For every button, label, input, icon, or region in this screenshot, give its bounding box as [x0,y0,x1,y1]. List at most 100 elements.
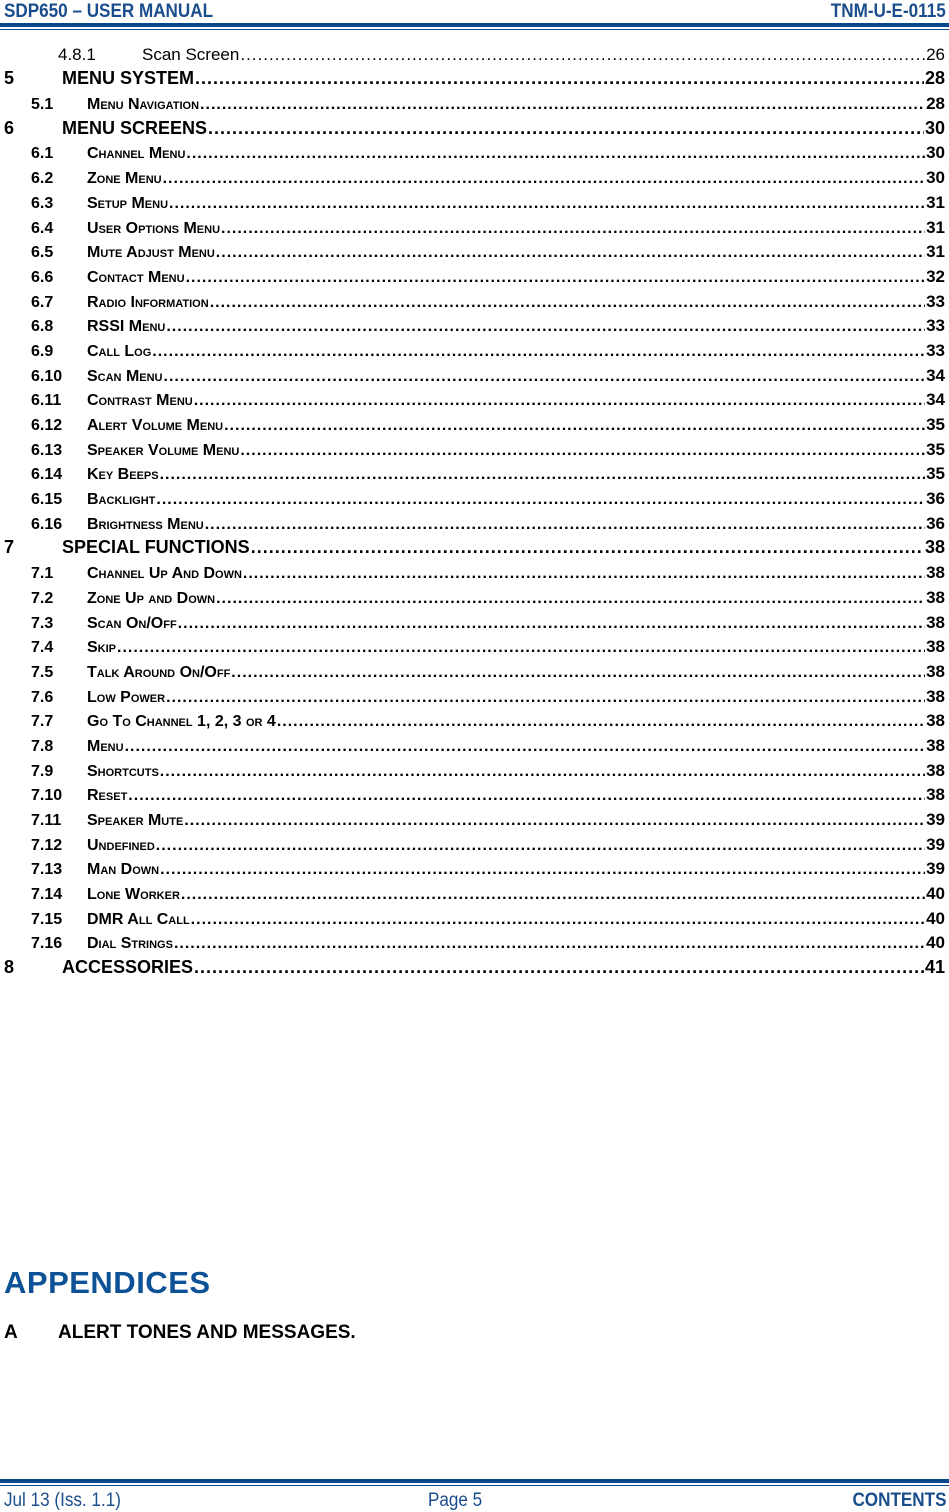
toc-entry[interactable]: 6.7 Radio Information 33 [0,287,949,312]
toc-entry[interactable]: 7.1 Channel Up And Down 38 [0,558,949,583]
toc-entry-page: 38 [926,711,945,731]
toc-dot-leader [194,957,924,978]
toc-entry[interactable]: 8 ACCESSORIES 41 [0,953,949,978]
table-of-contents: 4.8.1 Scan Screen 26 5 MENU SYSTEM 28 5.1 Menu … [0,40,949,978]
toc-entry-number: 6.7 [31,293,54,311]
toc-dot-leader [160,861,925,879]
toc-entry-title: Scan Screen [142,44,240,64]
toc-entry[interactable]: 6.6 Contact Menu 32 [0,262,949,287]
toc-entry-page: 40 [926,908,945,928]
toc-dot-leader [210,294,925,312]
toc-entry-number: 6.16 [31,515,63,533]
toc-entry-title: MENU SYSTEM [62,68,195,89]
toc-entry-title: Channel Up And Down [87,565,242,583]
toc-entry-page: 38 [926,612,945,632]
toc-entry-number: 6.9 [31,342,54,360]
toc-entry-page: 38 [926,686,945,706]
toc-entry-title: Menu [87,737,124,755]
toc-entry-number: 7.10 [31,787,63,805]
toc-entry[interactable]: 7.13 Man Down 39 [0,855,949,880]
toc-entry[interactable]: 7.15 DMR All Call 40 [0,904,949,929]
toc-entry-title: User Options Menu [87,219,221,237]
toc-dot-leader [160,763,925,781]
toc-entry-page: 34 [926,365,945,385]
toc-dot-leader [224,417,925,435]
appendix-item[interactable]: A ALERT TONES AND MESSAGES. [4,1322,356,1344]
toc-entry-title: DMR All Call [87,910,190,928]
toc-entry-page: 38 [926,587,945,607]
toc-entry-page: 31 [926,242,945,262]
toc-entry-title: Backlight [87,491,156,509]
toc-entry[interactable]: 5.1 Menu Navigation 28 [0,89,949,114]
toc-entry-title: Zone Up and Down [87,589,216,607]
toc-entry[interactable]: 7.7 Go To Channel 1, 2, 3 or 4 38 [0,707,949,732]
toc-entry[interactable]: 7.6 Low Power 38 [0,682,949,707]
toc-entry[interactable]: 7.2 Zone Up and Down 38 [0,583,949,608]
toc-dot-leader [205,516,925,534]
section-name: CONTENTS [851,1490,946,1511]
toc-entry[interactable]: 4.8.1 Scan Screen 26 [0,40,949,65]
toc-dot-leader [216,244,925,262]
toc-dot-leader [240,45,925,65]
toc-entry[interactable]: 7.5 Talk Around On/Off 38 [0,657,949,682]
toc-entry-number: 6.13 [31,441,63,459]
toc-entry[interactable]: 7.11 Speaker Mute 39 [0,805,949,830]
toc-entry[interactable]: 6.2 Zone Menu 30 [0,163,949,188]
toc-entry-title: Brightness Menu [87,515,204,533]
toc-entry[interactable]: 6.9 Call Log 33 [0,336,949,361]
toc-entry[interactable]: 5 MENU SYSTEM 28 [0,65,949,90]
toc-entry[interactable]: 6.13 Speaker Volume Menu 35 [0,435,949,460]
toc-entry[interactable]: 6.8 RSSI Menu 33 [0,312,949,337]
toc-dot-leader [186,269,926,287]
toc-entry-title: Speaker Volume Menu [87,441,240,459]
toc-entry-number: 6 [4,117,15,138]
toc-entry-page: 33 [926,291,945,311]
appendix-title: ALERT TONES AND MESSAGES. [58,1322,356,1343]
toc-entry-number: 5.1 [31,96,54,114]
toc-entry[interactable]: 7.3 Scan On/Off 38 [0,608,949,633]
toc-entry[interactable]: 7.4 Skip 38 [0,633,949,658]
toc-dot-leader [117,639,925,657]
toc-entry-title: Dial Strings [87,935,173,953]
toc-dot-leader [194,392,925,410]
toc-entry[interactable]: 7.16 Dial Strings 40 [0,929,949,954]
toc-entry-number: 7.3 [31,614,54,632]
toc-entry-number: 6.4 [31,219,54,237]
toc-entry[interactable]: 6.10 Scan Menu 34 [0,361,949,386]
toc-entry[interactable]: 6 MENU SCREENS 30 [0,114,949,139]
toc-entry-page: 39 [926,859,945,879]
toc-entry-number: 5 [4,68,15,89]
toc-entry[interactable]: 7 SPECIAL FUNCTIONS 38 [0,534,949,559]
toc-entry-title: SPECIAL FUNCTIONS [62,537,250,558]
toc-entry[interactable]: 6.11 Contrast Menu 34 [0,386,949,411]
footer-rule-thin [0,1485,949,1486]
toc-entry[interactable]: 6.15 Backlight 36 [0,484,949,509]
toc-dot-leader [156,491,925,509]
toc-entry[interactable]: 6.3 Setup Menu 31 [0,188,949,213]
toc-entry-title: Man Down [87,861,160,879]
appendix-number: A [4,1322,18,1343]
header-rule-thick [0,23,949,27]
toc-entry-page: 38 [926,785,945,805]
toc-entry-number: 7 [4,537,15,558]
toc-entry[interactable]: 7.8 Menu 38 [0,731,949,756]
toc-entry-number: 7.12 [31,836,63,854]
toc-entry-number: 7.14 [31,886,63,904]
toc-entry-page: 36 [926,513,945,533]
page-header: SDP650 – USER MANUAL TNM-U-E-0115 [0,0,949,24]
toc-entry[interactable]: 6.1 Channel Menu 30 [0,139,949,164]
toc-entry-number: 6.5 [31,244,54,262]
toc-entry[interactable]: 7.10 Reset 38 [0,781,949,806]
toc-entry[interactable]: 7.14 Lone Worker 40 [0,879,949,904]
toc-entry[interactable]: 6.5 Mute Adjust Menu 31 [0,238,949,263]
toc-dot-leader [160,466,926,484]
toc-entry[interactable]: 6.16 Brightness Menu 36 [0,509,949,534]
toc-entry-page: 35 [926,439,945,459]
toc-entry[interactable]: 6.4 User Options Menu 31 [0,213,949,238]
toc-entry[interactable]: 6.14 Key Beeps 35 [0,460,949,485]
toc-entry-number: 6.15 [31,491,63,509]
toc-entry[interactable]: 6.12 Alert Volume Menu 35 [0,410,949,435]
toc-entry[interactable]: 7.9 Shortcuts 38 [0,756,949,781]
toc-entry-title: Undefined [87,836,155,854]
toc-entry[interactable]: 7.12 Undefined 39 [0,830,949,855]
